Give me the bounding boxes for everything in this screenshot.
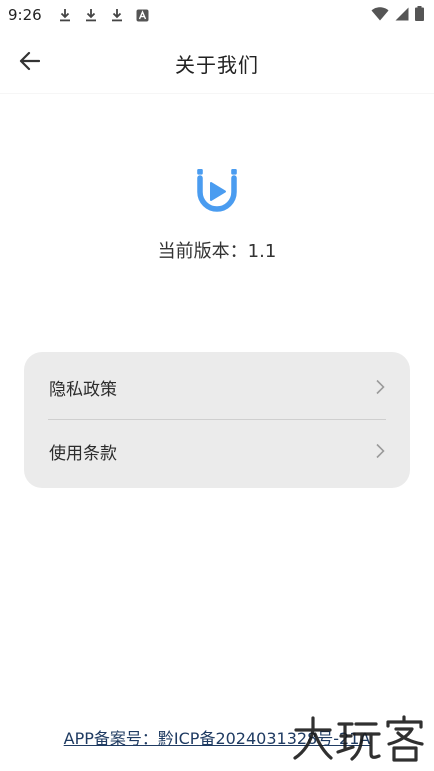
battery-icon	[415, 5, 424, 25]
download-icon	[58, 7, 72, 23]
watermark-logo	[292, 714, 426, 764]
wifi-icon	[371, 6, 389, 25]
terms-of-use-label: 使用条款	[49, 443, 117, 464]
page-title: 关于我们	[175, 53, 259, 77]
terms-of-use-item[interactable]: 使用条款	[24, 418, 410, 484]
privacy-policy-item[interactable]: 隐私政策	[24, 354, 410, 420]
status-left-group: 9:26	[8, 6, 150, 24]
app-notification-icon	[136, 7, 150, 23]
download-icon	[84, 7, 98, 23]
status-right-group	[371, 5, 424, 25]
version-text: 当前版本：1.1	[157, 241, 277, 262]
about-us-screen: 9:26 关于我们 当前版本：1.1 隐私政策 使用条款 APP备案号：黔ICP…	[0, 0, 434, 771]
top-app-bar: 关于我们	[0, 30, 434, 94]
chevron-right-icon	[374, 442, 386, 460]
status-time: 9:26	[8, 6, 42, 24]
cellular-signal-icon	[395, 6, 409, 25]
privacy-policy-label: 隐私政策	[49, 379, 117, 400]
chevron-right-icon	[374, 378, 386, 396]
links-card: 隐私政策 使用条款	[24, 352, 410, 488]
app-logo-icon	[195, 166, 239, 212]
download-icon	[110, 7, 124, 23]
status-bar: 9:26	[0, 0, 434, 30]
